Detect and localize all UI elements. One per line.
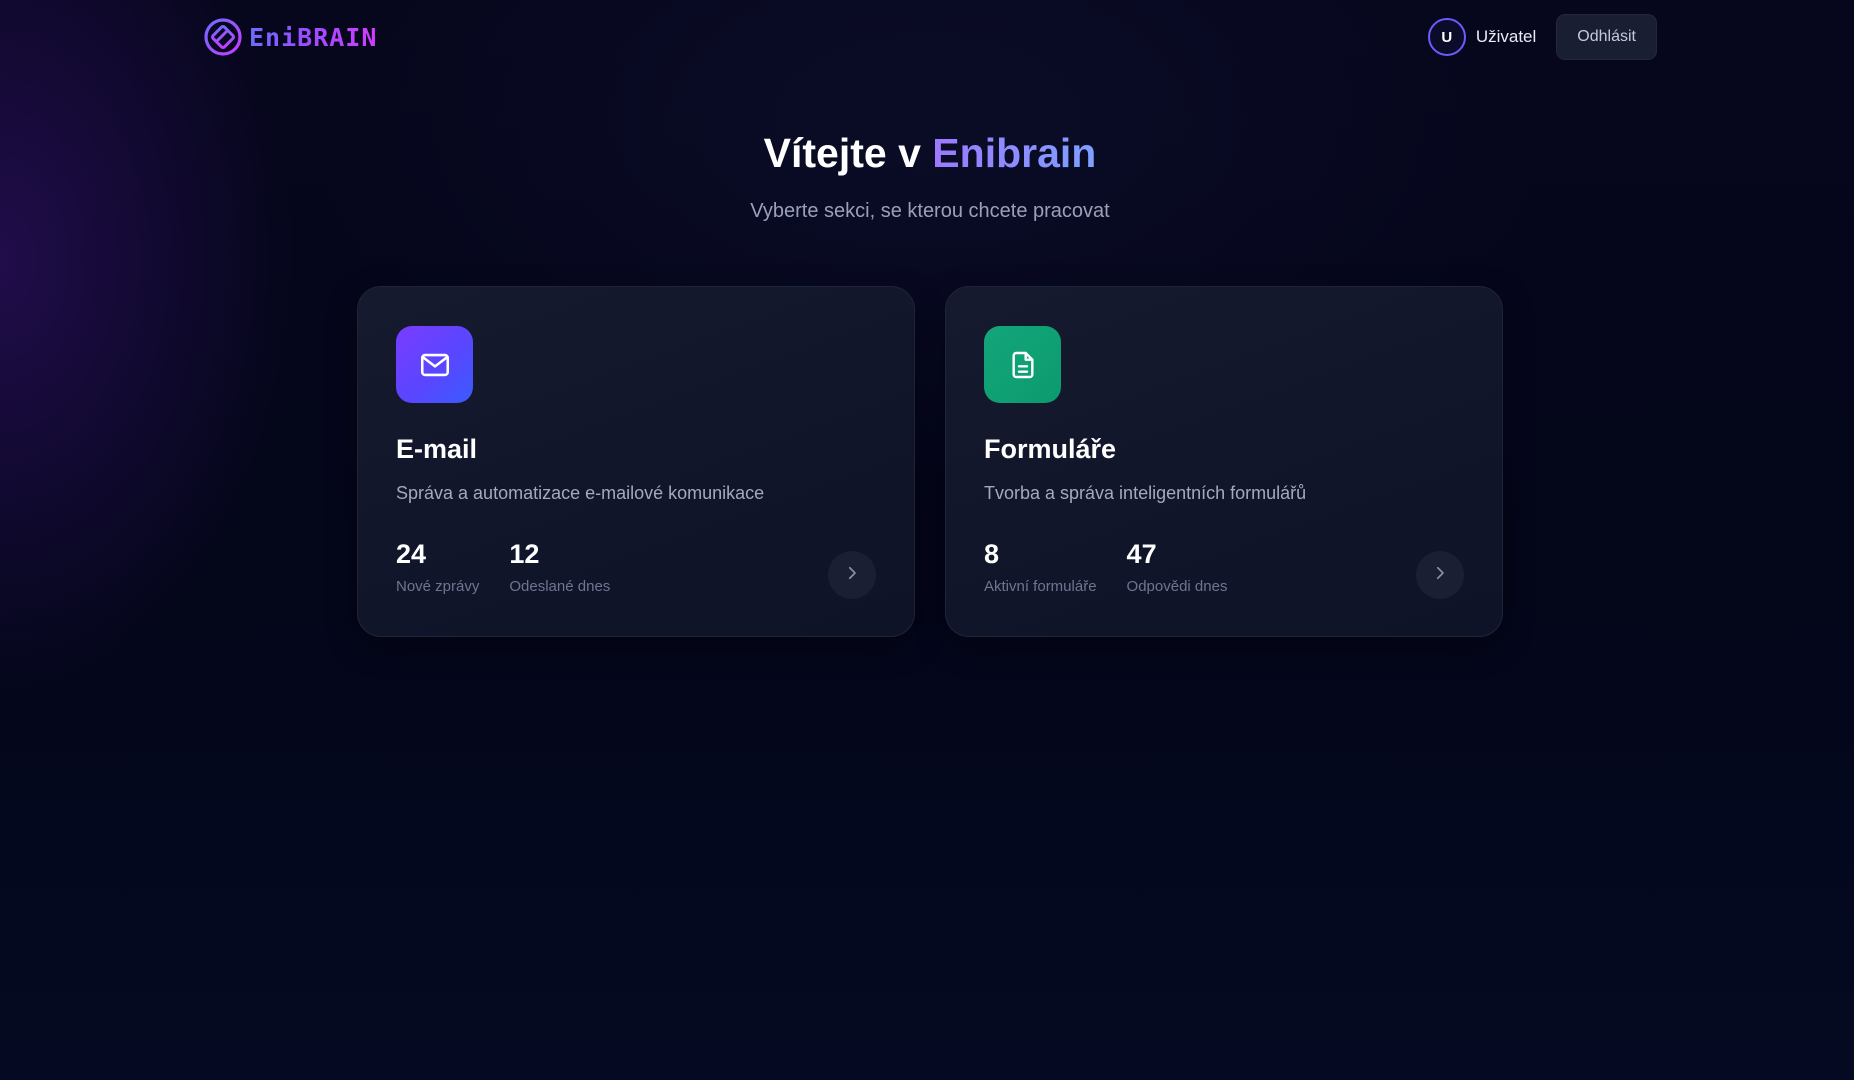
stat-value: 8 [984, 539, 1000, 569]
home-page: EniBRAIN U Uživatel Odhlásit Vítejte v E… [0, 0, 1854, 1080]
stat-label: Odpovědi dnes [1126, 577, 1228, 595]
card-stats: 24 Nové zprávy 12 Odeslané dnes [396, 539, 611, 595]
user-menu: U Uživatel Odhlásit [1427, 14, 1657, 60]
page-title-prefix: Vítejte v [763, 130, 921, 176]
card-title: E-mail [396, 434, 478, 464]
open-forms-button[interactable] [1416, 551, 1464, 599]
chevron-right-icon [1431, 564, 1449, 587]
card-title: Formuláře [984, 434, 1117, 464]
user-name: Uživatel [1475, 27, 1537, 46]
card-email[interactable]: E-mail Správa a automatizace e-mailové k… [357, 286, 915, 637]
brand-name: EniBRAIN [249, 22, 378, 52]
card-forms[interactable]: Formuláře Tvorba a správa inteligentních… [945, 286, 1503, 637]
stat-active-forms: 8 Aktivní formuláře [984, 539, 1097, 595]
page-subtitle: Vyberte sekci, se kterou chcete pracovat [750, 200, 1110, 222]
stat-label: Nové zprávy [396, 577, 480, 595]
stat-new-messages: 24 Nové zprávy [396, 539, 480, 595]
stat-responses-today: 47 Odpovědi dnes [1126, 539, 1228, 595]
stat-value: 47 [1126, 539, 1157, 569]
stat-label: Aktivní formuláře [984, 577, 1097, 595]
stat-value: 24 [396, 539, 427, 569]
mail-icon [396, 326, 473, 403]
card-description: Správa a automatizace e-mailové komunika… [396, 483, 765, 503]
card-stats: 8 Aktivní formuláře 47 Odpovědi dnes [984, 539, 1228, 595]
open-email-button[interactable] [828, 551, 876, 599]
page-title-accent: Enibrain [932, 130, 1097, 176]
stat-value: 12 [509, 539, 540, 569]
top-bar: EniBRAIN U Uživatel Odhlásit [0, 0, 1854, 74]
card-description: Tvorba a správa inteligentních formulářů [984, 483, 1307, 503]
avatar[interactable]: U [1427, 18, 1466, 56]
logout-button[interactable]: Odhlásit [1556, 14, 1657, 60]
enibrain-logo-icon [203, 17, 243, 57]
document-icon [984, 326, 1061, 403]
page-title: Vítejte v Enibrain [0, 130, 1854, 177]
chevron-right-icon [843, 564, 861, 587]
brand-logo[interactable]: EniBRAIN [203, 17, 377, 57]
stat-label: Odeslané dnes [509, 577, 611, 595]
stat-sent-today: 12 Odeslané dnes [509, 539, 611, 595]
